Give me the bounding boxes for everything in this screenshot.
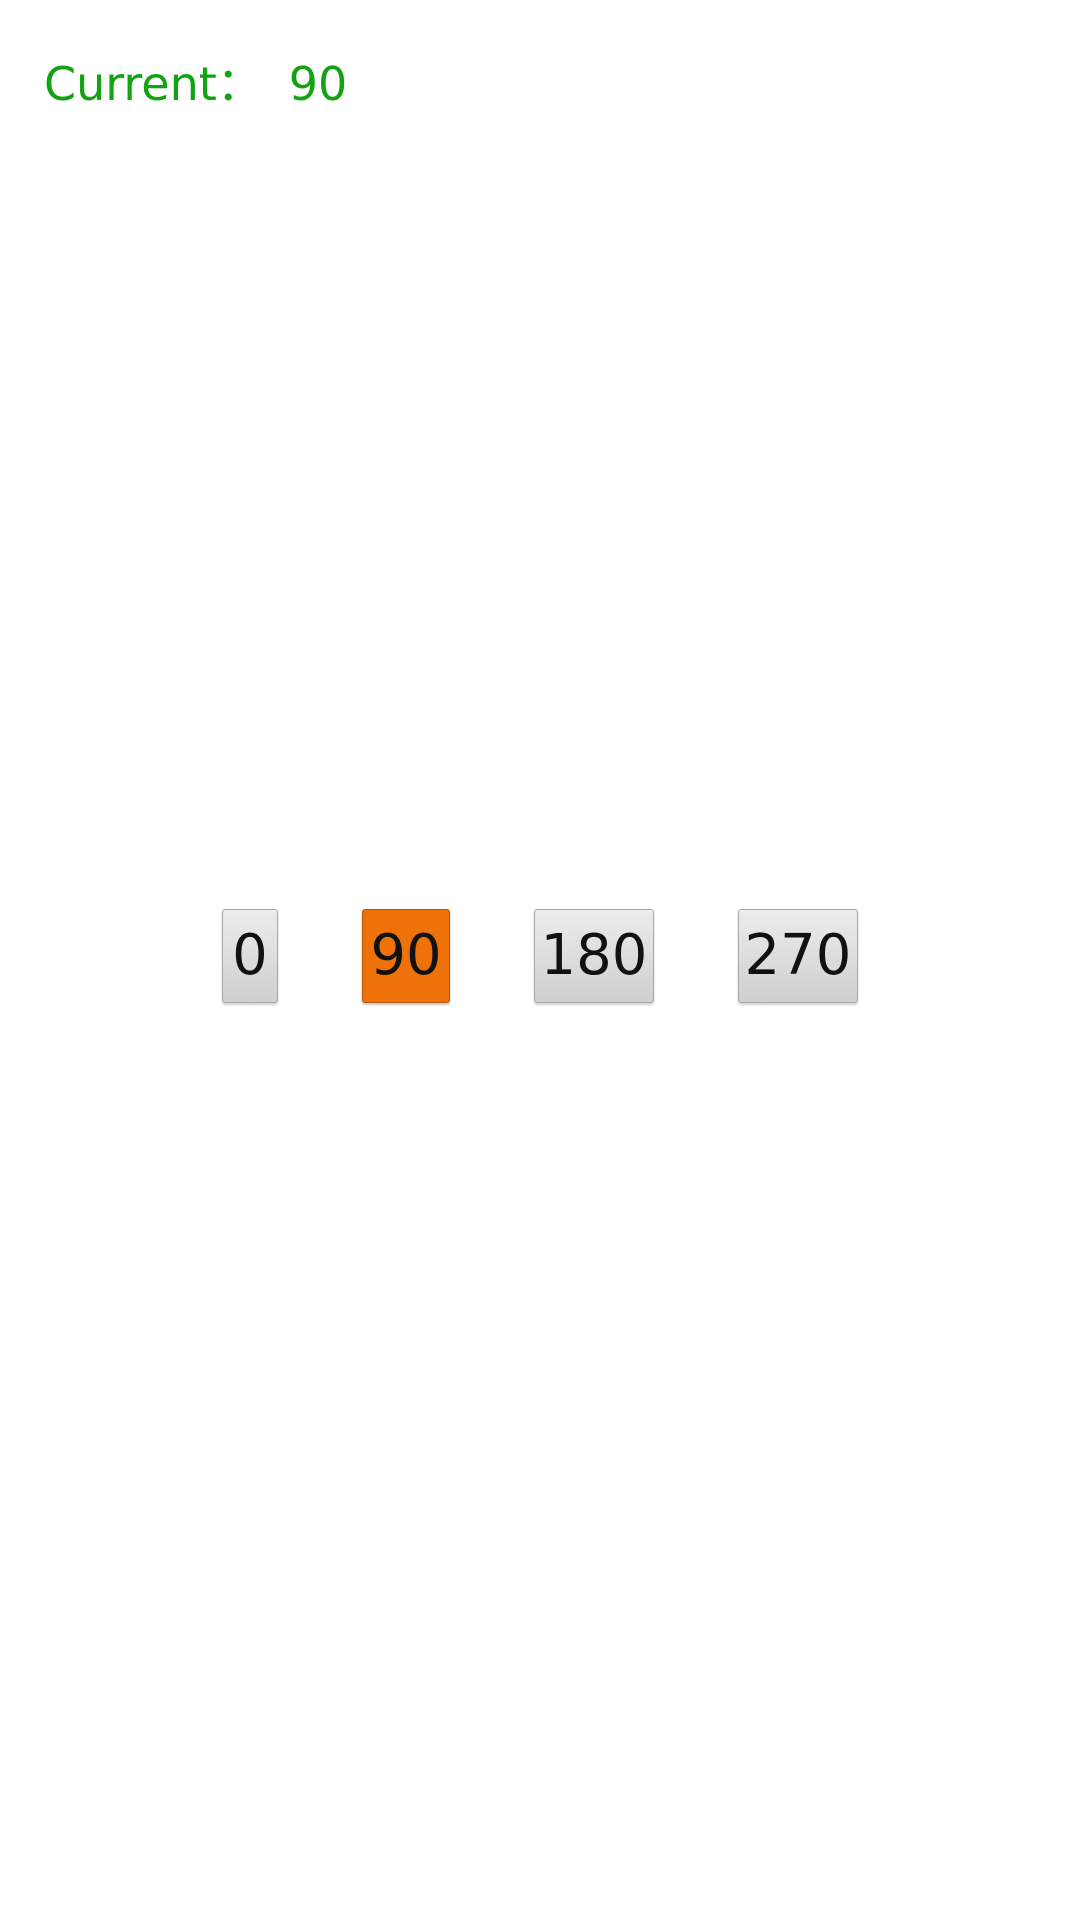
- rotation-270-button[interactable]: 270: [738, 909, 858, 1003]
- rotation-90-button[interactable]: 90: [362, 909, 450, 1003]
- rotation-0-button[interactable]: 0: [222, 909, 278, 1003]
- rotation-180-button[interactable]: 180: [534, 909, 654, 1003]
- current-value-display: Current： 90: [44, 48, 347, 114]
- current-value: 90: [288, 57, 348, 111]
- current-label: Current：: [44, 57, 263, 111]
